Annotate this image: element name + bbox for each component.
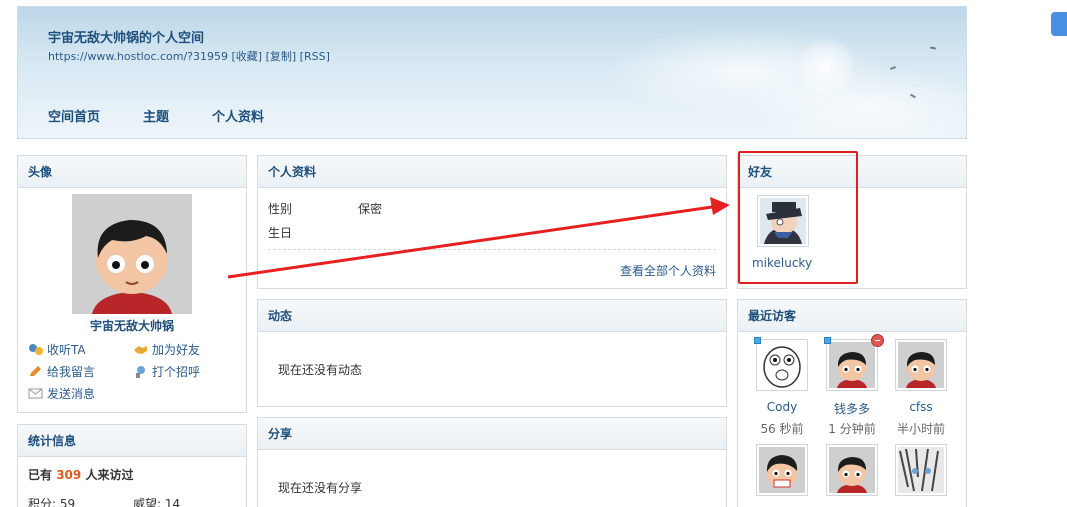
divider — [268, 249, 716, 250]
space-header: 宇宙无敌大帅锅的个人空间 https://www.hostloc.com/?31… — [17, 6, 967, 139]
add-friend-link[interactable]: 加为好友 — [133, 341, 200, 358]
envelope-icon — [28, 387, 43, 400]
follow-link[interactable]: 收听TA — [28, 341, 86, 358]
share-panel-title: 分享 — [258, 418, 726, 450]
visits-line: 已有 309 人来访过 — [28, 466, 133, 483]
site-url-line[interactable]: https://www.hostloc.com/?31959 [收藏] [复制]… — [48, 48, 330, 64]
follow-label: 收听TA — [47, 343, 86, 357]
handshake-icon — [133, 343, 148, 356]
visitor-name[interactable]: cfss — [886, 400, 956, 414]
nav-profile[interactable]: 个人资料 — [212, 106, 264, 125]
visitors-panel: 最近访客 Cody 56 秒前 钱多多 1 分钟前 cfss 半小时前 — [737, 299, 967, 507]
visitor-avatar[interactable] — [826, 339, 878, 391]
visitor-time: 半小时前 — [896, 422, 945, 436]
online-indicator — [824, 337, 831, 344]
poke-label: 打个招呼 — [152, 365, 201, 379]
space-nav: 空间首页 主题 个人资料 — [48, 106, 307, 125]
share-panel: 分享 现在还没有分享 — [257, 417, 727, 507]
avatar[interactable] — [72, 194, 192, 314]
profile-panel: 个人资料 性别 保密 生日 查看全部个人资料 — [257, 155, 727, 289]
visits-prefix: 已有 — [28, 468, 53, 482]
visitor-avatar[interactable] — [895, 444, 947, 496]
send-message-label: 发送消息 — [47, 387, 96, 401]
online-indicator — [754, 337, 761, 344]
remove-visitor-icon[interactable] — [871, 334, 884, 347]
visitor-avatar[interactable] — [895, 339, 947, 391]
visitor-time: 56 秒前 — [760, 422, 804, 436]
dandelion-decoration — [796, 37, 856, 97]
points-stat[interactable]: 积分: 59 — [28, 495, 75, 507]
visitor-avatar[interactable] — [826, 444, 878, 496]
poke-link[interactable]: 打个招呼 — [133, 363, 200, 380]
leave-message-label: 给我留言 — [47, 365, 96, 379]
stats-panel-title: 统计信息 — [18, 425, 246, 457]
gender-label: 性别 — [268, 202, 293, 216]
visits-count: 309 — [56, 468, 82, 482]
profile-panel-title: 个人资料 — [258, 156, 726, 188]
nav-home[interactable]: 空间首页 — [48, 106, 100, 125]
birthday-label: 生日 — [268, 226, 293, 240]
send-message-link[interactable]: 发送消息 — [28, 385, 95, 402]
activity-panel-title: 动态 — [258, 300, 726, 332]
visits-suffix: 人来访过 — [85, 468, 134, 482]
view-all-profile-link[interactable]: 查看全部个人资料 — [620, 262, 716, 279]
leave-message-link[interactable]: 给我留言 — [28, 363, 95, 380]
avatar-panel-title: 头像 — [18, 156, 246, 188]
follow-icon — [28, 343, 43, 356]
share-empty-text: 现在还没有分享 — [278, 481, 363, 495]
activity-empty-text: 现在还没有动态 — [278, 363, 363, 377]
visitor-avatar[interactable] — [756, 339, 808, 391]
seed-decoration — [929, 46, 937, 50]
prestige-stat[interactable]: 威望: 14 — [133, 495, 180, 507]
stats-panel: 统计信息 已有 309 人来访过 积分: 59 威望: 14 — [17, 424, 247, 507]
site-title[interactable]: 宇宙无敌大帅锅的个人空间 — [48, 27, 204, 46]
poke-icon — [133, 365, 148, 378]
nav-threads[interactable]: 主题 — [143, 106, 169, 125]
visitor-avatar[interactable] — [756, 444, 808, 496]
visitor-name[interactable]: Cody — [747, 400, 817, 414]
activity-panel: 动态 现在还没有动态 — [257, 299, 727, 407]
add-friend-label: 加为好友 — [152, 343, 201, 357]
pencil-icon — [28, 365, 43, 378]
avatar-panel: 头像 宇宙无敌大帅锅 收听TA 加为好友 给我留言 打个招呼 发送消息 — [17, 155, 247, 413]
visitor-name[interactable]: 钱多多 — [817, 400, 887, 417]
avatar-username[interactable]: 宇宙无敌大帅锅 — [18, 317, 246, 334]
highlight-box — [738, 151, 858, 284]
link-icon[interactable] — [1051, 12, 1067, 36]
visitors-panel-title: 最近访客 — [738, 300, 966, 332]
gender-value: 保密 — [358, 202, 383, 216]
visitor-time: 1 分钟前 — [828, 422, 876, 436]
